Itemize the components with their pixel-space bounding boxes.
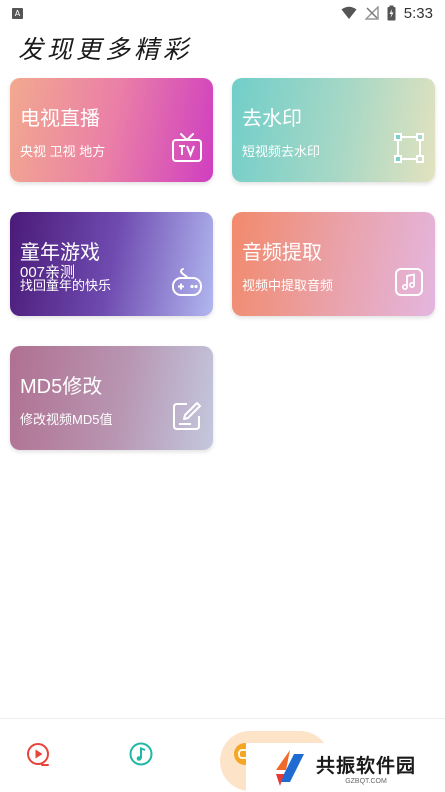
edit-icon [173,402,201,430]
audio-extract-card[interactable]: 音频提取 视频中提取音频 [232,212,435,316]
brand-domain: GZBQT.COM [345,778,387,785]
video-play-icon[interactable] [25,741,51,767]
game-controller-icon [172,268,202,296]
tv-icon [172,133,202,162]
battery-charging-icon [387,5,396,21]
childhood-games-card[interactable]: 童年游戏 007亲测 找回童年的快乐 [10,212,213,316]
brand-name: 共振软件园 [316,756,417,777]
remove-watermark-card[interactable]: 去水印 短视频去水印 [232,78,435,182]
md5-modify-card[interactable]: MD5修改 修改视频MD5值 [10,346,213,450]
music-note-icon [395,268,423,296]
card-title: 音频提取 [242,242,322,264]
no-signal-icon [364,6,379,20]
brand-logo-icon [276,750,304,786]
notification-a-icon: A [12,7,23,19]
card-title: MD5修改 [20,376,103,398]
status-bar: A 5:33 [0,0,445,26]
card-title: 去水印 [242,108,302,130]
crop-frame-icon [394,133,424,163]
card-subtitle: 央视 卫视 地方 [20,144,106,159]
card-title: 电视直播 [20,108,100,130]
card-subtitle: 修改视频MD5值 [20,412,113,427]
status-time: 5:33 [403,4,433,22]
tv-live-card[interactable]: 电视直播 央视 卫视 地方 [10,78,213,182]
watermark-overlay: 共振软件园 GZBQT.COM [246,743,432,792]
card-subtitle: 短视频去水印 [242,144,321,159]
page-title: 发现更多精彩 [18,35,193,64]
wifi-icon [341,6,357,19]
music-disc-icon[interactable] [128,741,154,767]
bottom-nav: 共振软件园 GZBQT.COM [0,718,445,792]
card-subtitle: 找回童年的快乐 [20,278,112,293]
card-subtitle: 视频中提取音频 [242,278,334,293]
